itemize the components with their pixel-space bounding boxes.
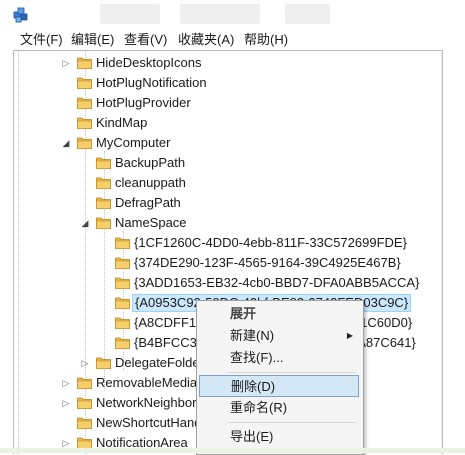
folder-icon: [77, 397, 92, 409]
menu-edit[interactable]: 编辑(E): [69, 32, 116, 48]
title-blur: [100, 4, 160, 24]
tree-node-label: {374DE290-123F-4565-9164-39C4925E467B}: [134, 255, 401, 270]
context-menu: 展开 新建(N) ▶ 查找(F)... 删除(D) 重命名(R) 导出(E): [196, 300, 364, 455]
tree-node-label: DefragPath: [115, 195, 181, 210]
menu-separator: [228, 422, 356, 423]
folder-icon: [96, 357, 111, 369]
title-blur: [180, 4, 260, 24]
title-blur: [285, 4, 330, 24]
scroll-up-arrow-icon[interactable]: ▲: [441, 51, 442, 68]
submenu-arrow-icon: ▶: [346, 331, 353, 340]
tree-node-label: HotPlugNotification: [96, 75, 207, 90]
folder-icon: [77, 137, 92, 149]
context-item-label: 删除(D): [231, 379, 276, 394]
context-item-new[interactable]: 新建(N) ▶: [199, 325, 359, 347]
collapsed-arrow-icon[interactable]: ▷: [61, 398, 71, 408]
tree-node-label: RemovableMedia: [96, 375, 198, 390]
tree-node-label: HideDesktopIcons: [96, 55, 202, 70]
context-item-expand[interactable]: 展开: [199, 303, 359, 325]
tree-node-label: NameSpace: [115, 215, 187, 230]
vertical-scrollbar[interactable]: ▲: [441, 51, 442, 454]
registry-editor-icon[interactable]: [13, 6, 30, 23]
folder-icon: [96, 177, 111, 189]
tree-node-label: KindMap: [96, 115, 148, 130]
folder-icon: [96, 217, 111, 229]
tree-node[interactable]: ◢ MyComputer: [14, 133, 434, 153]
context-item-label: 新建(N): [230, 328, 275, 343]
menu-favorites[interactable]: 收藏夹(A): [176, 32, 236, 48]
tree-node-label: {1CF1260C-4DD0-4ebb-811F-33C572699FDE}: [134, 235, 407, 250]
collapsed-arrow-icon[interactable]: ▷: [61, 438, 71, 448]
expanded-arrow-icon[interactable]: ◢: [80, 218, 90, 228]
folder-icon: [77, 97, 92, 109]
folder-icon: [77, 57, 92, 69]
context-item-find[interactable]: 查找(F)...: [199, 347, 359, 369]
tree-node-label: BackupPath: [115, 155, 186, 170]
context-item-rename[interactable]: 重命名(R): [199, 397, 359, 419]
folder-icon: [115, 237, 130, 249]
tree-node[interactable]: cleanuppath: [14, 173, 434, 193]
tree-node-label: cleanuppath: [115, 175, 186, 190]
context-item-export[interactable]: 导出(E): [199, 426, 359, 448]
folder-icon: [115, 297, 130, 309]
tree-node-label: {3ADD1653-EB32-4cb0-BBD7-DFA0ABB5ACCA}: [134, 275, 420, 290]
tree-node-label: MyComputer: [96, 135, 171, 150]
folder-icon: [77, 417, 92, 429]
folder-icon: [96, 157, 111, 169]
folder-icon: [96, 197, 111, 209]
folder-icon: [115, 337, 130, 349]
tree-node[interactable]: DefragPath: [14, 193, 434, 213]
menu-help[interactable]: 帮助(H): [242, 32, 290, 48]
context-item-label: 查找(F)...: [230, 350, 284, 365]
tree-node[interactable]: {1CF1260C-4DD0-4ebb-811F-33C572699FDE}: [14, 233, 434, 253]
tree-node-label: HotPlugProvider: [96, 95, 191, 110]
collapsed-arrow-icon[interactable]: ▷: [80, 358, 90, 368]
tree-node[interactable]: KindMap: [14, 113, 434, 133]
context-item-delete[interactable]: 删除(D): [199, 375, 359, 397]
folder-icon: [77, 377, 92, 389]
menu-bar: 文件(F) 编辑(E) 查看(V) 收藏夹(A) 帮助(H): [0, 30, 465, 50]
menu-separator: [228, 372, 356, 373]
folder-icon: [77, 77, 92, 89]
tree-node[interactable]: ◢ NameSpace: [14, 213, 434, 233]
tree-node[interactable]: HotPlugNotification: [14, 73, 434, 93]
tree-node[interactable]: ▷ HideDesktopIcons: [14, 53, 434, 73]
context-item-label: 展开: [230, 306, 257, 321]
context-item-label: 导出(E): [230, 429, 274, 444]
folder-icon: [115, 257, 130, 269]
context-item-label: 重命名(R): [230, 400, 288, 415]
tree-node[interactable]: BackupPath: [14, 153, 434, 173]
folder-icon: [115, 277, 130, 289]
folder-icon: [77, 117, 92, 129]
bottom-strip: [0, 448, 465, 453]
menu-view[interactable]: 查看(V): [122, 32, 169, 48]
collapsed-arrow-icon[interactable]: ▷: [61, 58, 71, 68]
collapsed-arrow-icon[interactable]: ▷: [61, 378, 71, 388]
tree-node[interactable]: HotPlugProvider: [14, 93, 434, 113]
tree-node[interactable]: {374DE290-123F-4565-9164-39C4925E467B}: [14, 253, 434, 273]
title-bar: [0, 0, 465, 30]
expanded-arrow-icon[interactable]: ◢: [61, 138, 71, 148]
folder-icon: [115, 317, 130, 329]
tree-node[interactable]: {3ADD1653-EB32-4cb0-BBD7-DFA0ABB5ACCA}: [14, 273, 434, 293]
menu-file[interactable]: 文件(F): [18, 32, 65, 48]
